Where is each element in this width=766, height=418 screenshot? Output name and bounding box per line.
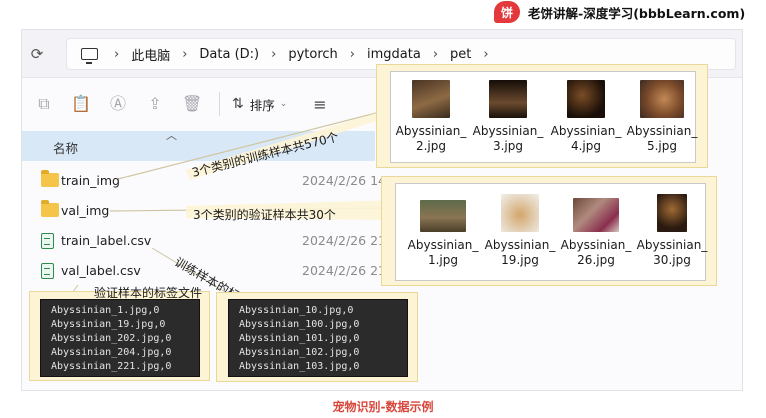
cat-thumbnail <box>567 80 605 118</box>
thumbnail-item[interactable]: Abyssinian_30.jpg <box>635 194 709 268</box>
callout-val-count: 3个类别的验证样本共30个 <box>193 208 336 222</box>
share-icon[interactable]: ⇪ <box>145 94 165 114</box>
csv-line: Abyssinian_202.jpg,0 <box>51 333 172 344</box>
thumbnail-name: Abyssinian_30.jpg <box>636 238 708 267</box>
list-item[interactable]: train_label.csv 2024/2/26 21 <box>22 226 386 256</box>
csv-line: Abyssinian_100.jpg,0 <box>239 319 360 330</box>
folder-icon <box>41 200 59 217</box>
toolbar-divider <box>219 92 220 116</box>
csv-line: Abyssinian_221.jpg,0 <box>51 361 172 372</box>
sort-label: 排序 <box>249 97 275 113</box>
file-name: train_img <box>61 173 120 188</box>
thumbnail-item[interactable]: Abyssinian_4.jpg <box>549 80 623 154</box>
cat-thumbnail <box>420 200 466 232</box>
val-image-grid: Abyssinian_1.jpg Abyssinian_19.jpg Abyss… <box>395 183 709 281</box>
csv-line: Abyssinian_101.jpg,0 <box>239 333 360 344</box>
val-csv-content: Abyssinian_1.jpg,0 Abyssinian_19.jpg,0 Aby… <box>40 299 200 377</box>
figure-caption: 宠物识别-数据示例 <box>332 400 434 414</box>
refresh-icon[interactable]: ⟳ <box>27 44 47 64</box>
file-date: 2024/2/26 21 <box>302 233 386 248</box>
thumbnail-name: Abyssinian_3.jpg <box>472 124 544 153</box>
chevron-right-icon[interactable]: › <box>271 47 276 62</box>
sort-button[interactable]: ⇅ 排序 ⌄ <box>232 95 287 114</box>
cat-thumbnail <box>412 80 450 118</box>
breadcrumb-drive[interactable]: Data (D:) <box>199 47 259 62</box>
csv-line: Abyssinian_10.jpg,0 <box>239 305 354 316</box>
chevron-right-icon[interactable]: › <box>350 47 355 62</box>
thumbnail-item[interactable]: Abyssinian_2.jpg <box>394 80 468 154</box>
csv-line: Abyssinian_102.jpg,0 <box>239 347 360 358</box>
file-name: val_label.csv <box>61 263 141 278</box>
paste-icon[interactable]: 📋 <box>71 94 91 114</box>
cat-thumbnail <box>573 198 619 232</box>
thumbnail-item[interactable]: Abyssinian_26.jpg <box>559 194 633 268</box>
brand-logo: 饼 <box>494 1 520 23</box>
file-name: train_label.csv <box>61 233 152 248</box>
thumbnail-item[interactable]: Abyssinian_19.jpg <box>483 194 557 268</box>
csv-file-icon <box>41 233 54 249</box>
cat-thumbnail <box>501 194 539 232</box>
file-name: val_img <box>61 203 110 218</box>
thumbnail-item[interactable]: Abyssinian_1.jpg <box>406 194 480 268</box>
csv-line: Abyssinian_103.jpg,0 <box>239 361 360 372</box>
train-image-panel: Abyssinian_2.jpg Abyssinian_3.jpg Abyssi… <box>376 64 708 168</box>
cat-thumbnail <box>640 80 684 118</box>
folder-icon <box>41 170 59 187</box>
breadcrumb-imgdata[interactable]: imgdata <box>367 47 421 62</box>
thumbnail-name: Abyssinian_26.jpg <box>560 238 632 267</box>
breadcrumb-pytorch[interactable]: pytorch <box>288 47 337 62</box>
brand-text: 老饼讲解-深度学习(bbbLearn.com) <box>528 5 746 21</box>
chevron-right-icon[interactable]: › <box>433 47 438 62</box>
chevron-right-icon[interactable]: › <box>182 47 187 62</box>
val-csv-panel: 验证样本的标签文件 Abyssinian_1.jpg,0 Abyssinian_1… <box>29 286 210 381</box>
train-csv-content: Abyssinian_10.jpg,0 Abyssinian_100.jpg,0 A… <box>228 299 408 377</box>
cat-thumbnail <box>657 194 687 232</box>
train-csv-panel: Abyssinian_10.jpg,0 Abyssinian_100.jpg,0 A… <box>216 292 418 382</box>
csv-line: Abyssinian_204.jpg,0 <box>51 347 172 358</box>
chevron-right-icon[interactable]: › <box>114 47 119 62</box>
csv-line: Abyssinian_19.jpg,0 <box>51 319 166 330</box>
breadcrumb-this-pc[interactable]: 此电脑 <box>131 45 170 64</box>
file-date: 2024/2/26 21 <box>302 263 386 278</box>
cat-thumbnail <box>489 80 527 118</box>
thumbnail-item[interactable]: Abyssinian_5.jpg <box>625 80 699 154</box>
csv-file-icon <box>41 263 54 279</box>
thumbnail-name: Abyssinian_5.jpg <box>626 124 698 153</box>
csv-line: Abyssinian_1.jpg,0 <box>51 305 160 316</box>
thumbnail-name: Abyssinian_1.jpg <box>407 238 479 267</box>
rename-icon[interactable]: Ⓐ <box>108 94 128 114</box>
view-menu-icon[interactable]: ≡ <box>313 95 326 114</box>
breadcrumb-pet[interactable]: pet <box>450 47 471 62</box>
brand-badge: 饼 老饼讲解-深度学习(bbbLearn.com) <box>494 0 745 24</box>
thumbnail-name: Abyssinian_4.jpg <box>550 124 622 153</box>
sort-ascending-icon: ︿ <box>166 129 177 142</box>
train-image-grid: Abyssinian_2.jpg Abyssinian_3.jpg Abyssi… <box>390 71 699 163</box>
column-header-label: 名称 <box>53 141 79 156</box>
chevron-down-icon: ⌄ <box>279 99 288 109</box>
val-image-panel: Abyssinian_1.jpg Abyssinian_19.jpg Abyss… <box>381 176 717 286</box>
thumbnail-name: Abyssinian_19.jpg <box>484 238 556 267</box>
copy-icon[interactable]: ⧉ <box>34 94 54 114</box>
thumbnail-name: Abyssinian_2.jpg <box>395 124 467 153</box>
sort-arrows-icon: ⇅ <box>232 96 244 112</box>
delete-icon[interactable]: 🗑 <box>182 94 202 114</box>
this-pc-icon[interactable] <box>81 48 98 64</box>
thumbnail-item[interactable]: Abyssinian_3.jpg <box>471 80 545 154</box>
chevron-right-icon[interactable]: › <box>483 47 488 62</box>
